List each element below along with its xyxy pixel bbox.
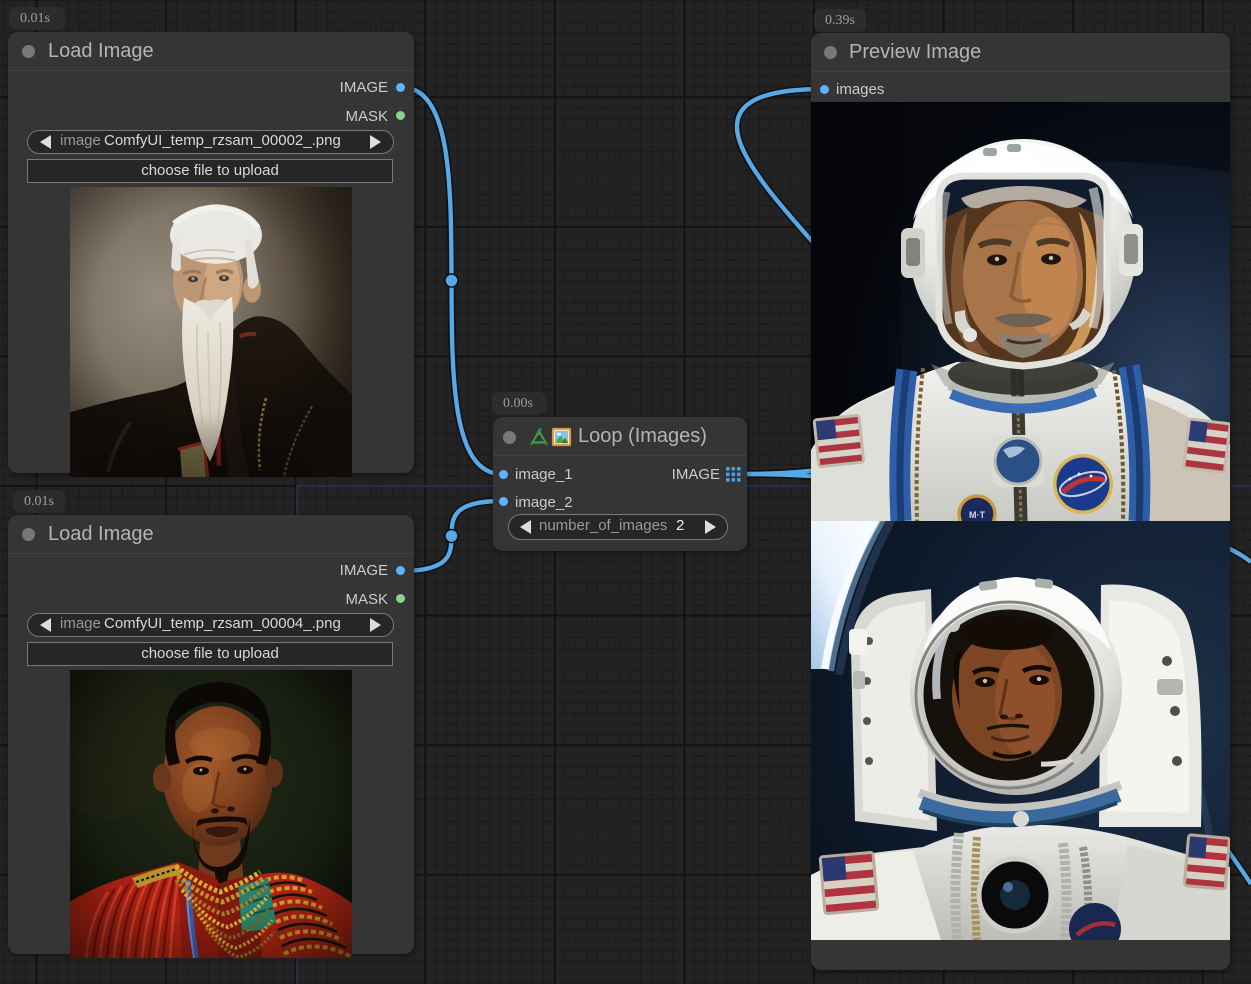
svg-text:M·T: M·T [969,510,985,520]
